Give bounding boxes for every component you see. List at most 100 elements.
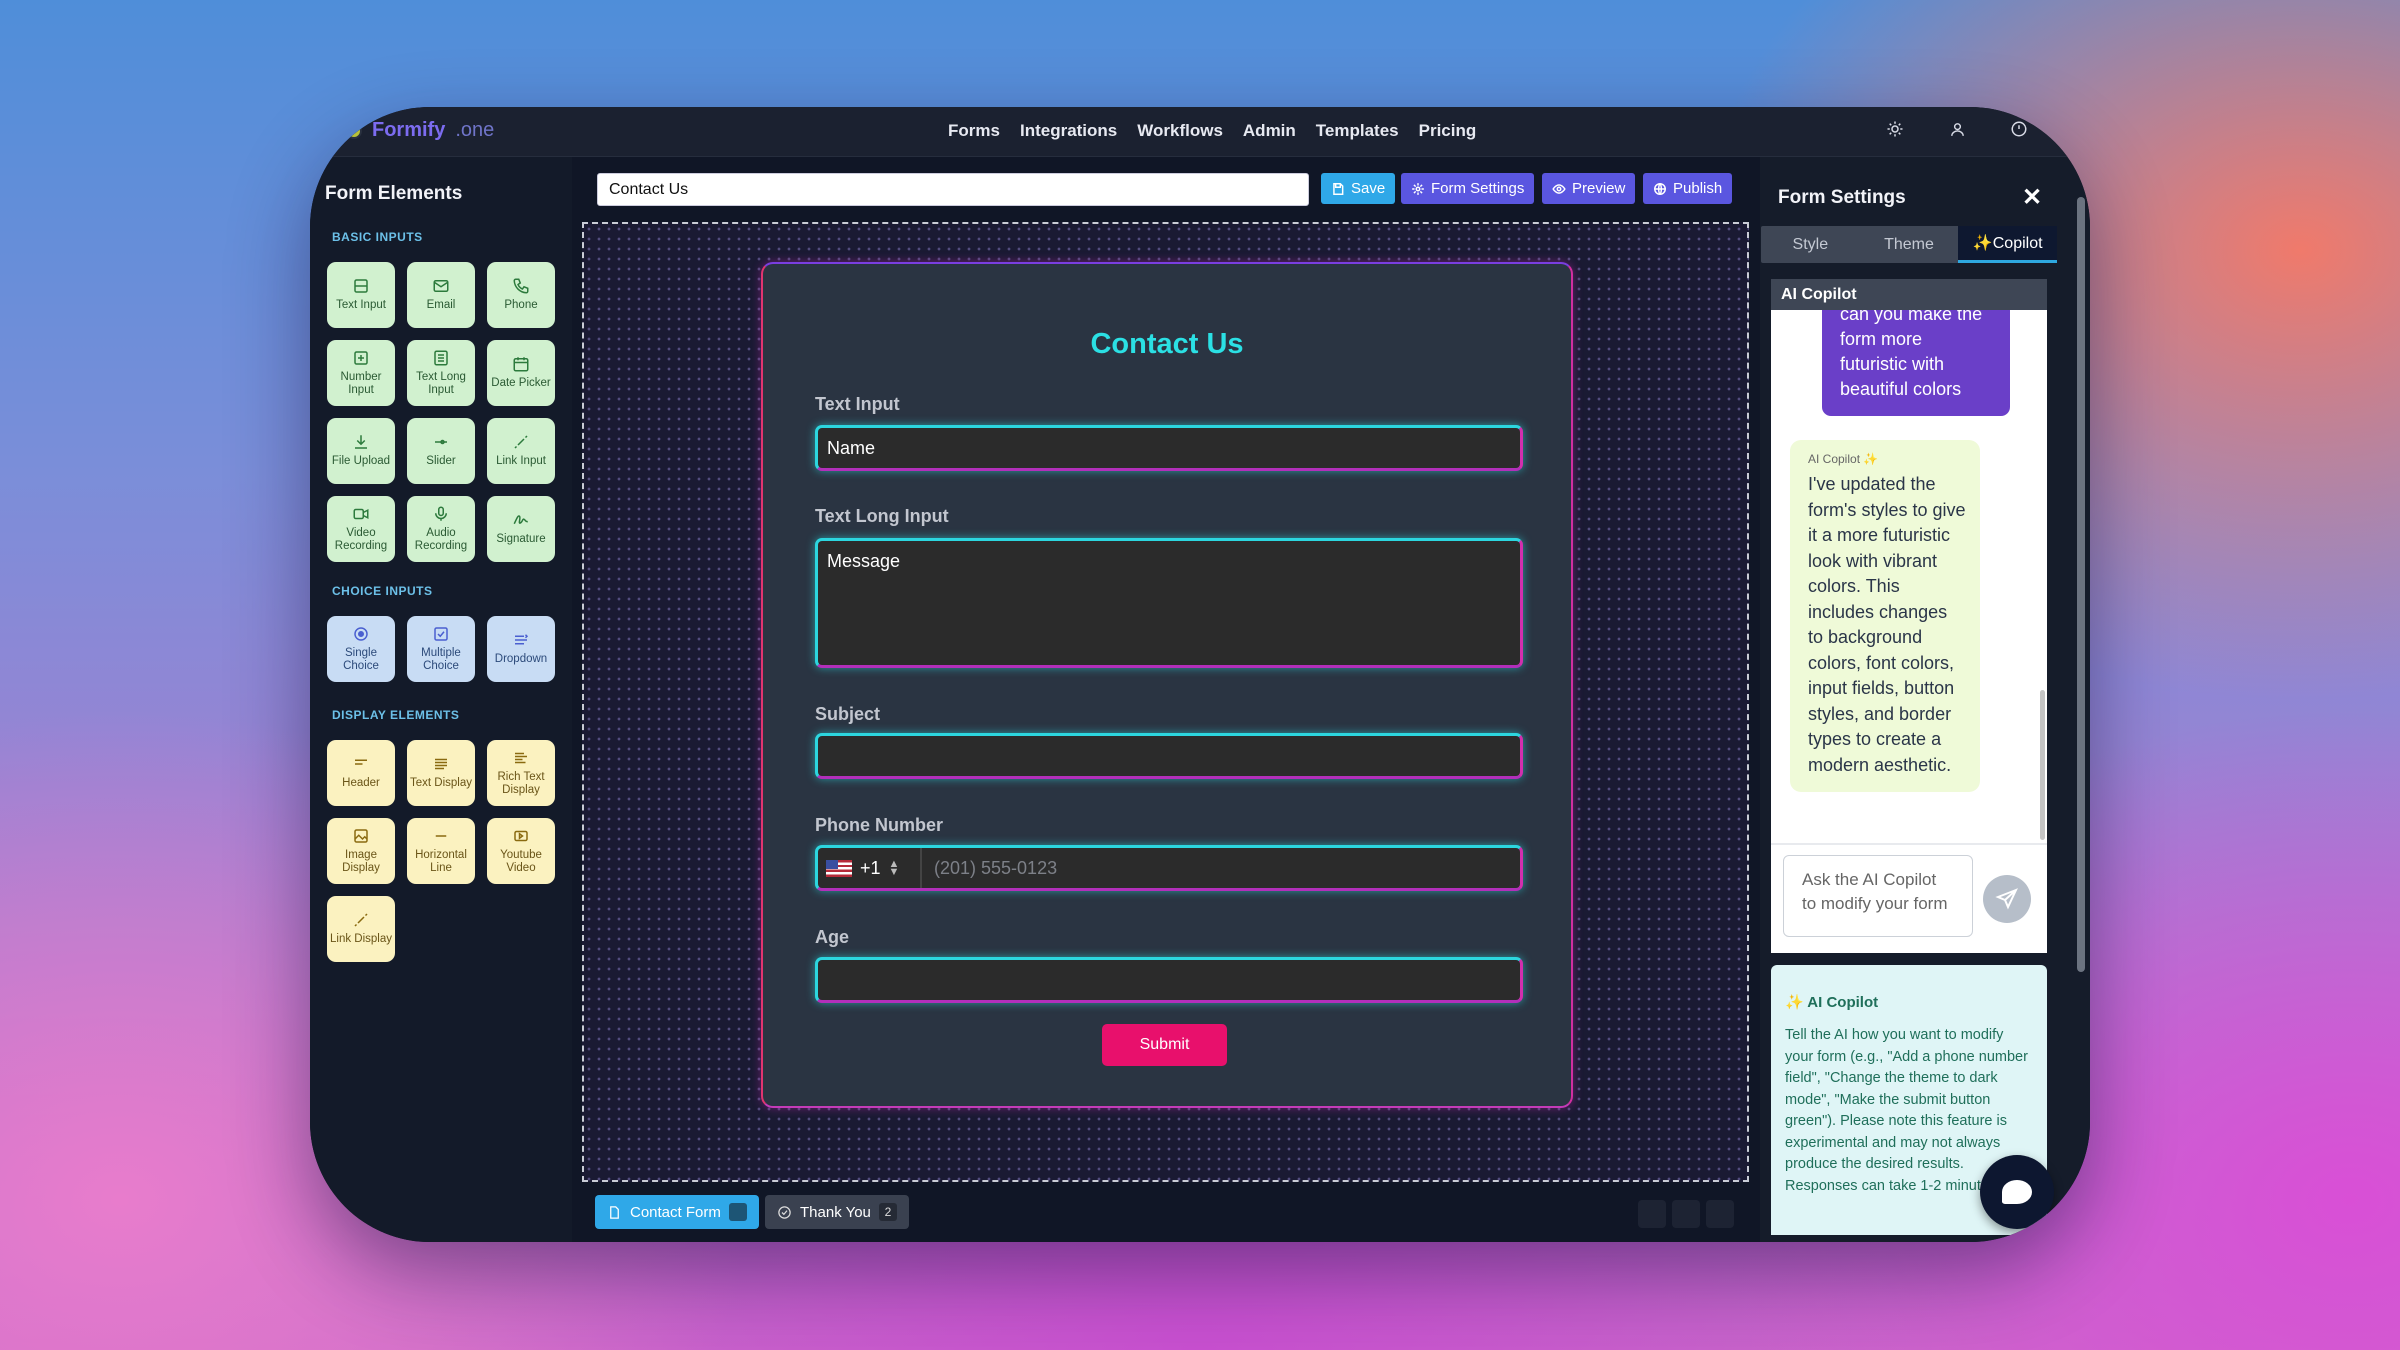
header-icon	[355, 759, 367, 766]
text-long-input-field[interactable]: Message	[815, 538, 1523, 668]
display-elements-grid: Header Text Display Rich Text Display Im…	[327, 740, 555, 962]
element-label: Dropdown	[494, 653, 548, 666]
element-label: Signature	[496, 533, 546, 546]
phone-number-field[interactable]: +1 ▲ ▼ (201) 555-0123	[815, 845, 1523, 891]
element-multiple-choice[interactable]: Multiple Choice	[407, 616, 475, 682]
nav-integrations[interactable]: Integrations	[1020, 121, 1117, 141]
element-slider[interactable]: Slider	[407, 418, 475, 484]
text-input-icon	[354, 279, 368, 294]
save-label: Save	[1351, 180, 1386, 197]
user-icon[interactable]	[1946, 118, 1968, 140]
section-title-choice: CHOICE INPUTS	[332, 584, 433, 598]
element-text-input[interactable]: Text Input	[327, 262, 395, 328]
phone-placeholder: (201) 555-0123	[934, 857, 1058, 878]
zoom-out-button[interactable]	[1638, 1200, 1666, 1228]
nav-workflows[interactable]: Workflows	[1137, 121, 1223, 141]
section-title-basic: BASIC INPUTS	[332, 230, 423, 244]
element-horizontal-line[interactable]: Horizontal Line	[407, 818, 475, 884]
stepper-icon: ▲ ▼	[888, 858, 900, 878]
gear-icon	[1412, 182, 1424, 195]
zoom-reset-button[interactable]	[1672, 1200, 1700, 1228]
user-message: can you make the form more futuristic wi…	[1822, 310, 2010, 416]
nav-templates[interactable]: Templates	[1316, 121, 1399, 141]
page-tab-thank-you[interactable]: Thank You 2	[765, 1195, 909, 1229]
tab-theme[interactable]: Theme	[1860, 226, 1959, 263]
form-name-input[interactable]: Contact Us	[597, 173, 1309, 206]
element-label: Phone	[504, 299, 538, 312]
subject-field[interactable]	[815, 733, 1523, 779]
check-circle-icon	[778, 1205, 791, 1219]
element-link-input[interactable]: Link Input	[487, 418, 555, 484]
element-link-display[interactable]: Link Display	[327, 896, 395, 962]
globe-icon	[1654, 182, 1666, 195]
element-number-input[interactable]: Number Input	[327, 340, 395, 406]
element-dropdown[interactable]: Dropdown	[487, 616, 555, 682]
country-code-select[interactable]: +1 ▲ ▼	[818, 848, 922, 888]
textarea-icon	[434, 350, 448, 366]
copilot-input[interactable]: Ask the AI Copilot to modify your form	[1783, 855, 1973, 937]
form-settings-button[interactable]: Form Settings	[1401, 173, 1535, 204]
element-text-display[interactable]: Text Display	[407, 740, 475, 806]
image-icon	[354, 829, 368, 843]
save-button[interactable]: Save	[1321, 173, 1396, 204]
field-label: Text Long Input	[815, 506, 949, 526]
preview-button[interactable]: Preview	[1542, 173, 1636, 204]
chat-history[interactable]: can you make the form more futuristic wi…	[1771, 310, 2047, 843]
send-button[interactable]	[1983, 875, 2031, 923]
element-single-choice[interactable]: Single Choice	[327, 616, 395, 682]
top-navbar: Formify .one Forms Integrations Workflow…	[310, 107, 2090, 157]
nav-forms[interactable]: Forms	[948, 121, 1000, 141]
horizontal-line-icon	[435, 835, 447, 837]
tab-style[interactable]: Style	[1761, 226, 1860, 263]
element-youtube-video[interactable]: Youtube Video	[487, 818, 555, 884]
element-date-picker[interactable]: Date Picker	[487, 340, 555, 406]
zoom-in-button[interactable]	[1706, 1200, 1734, 1228]
text-input-field[interactable]: Name	[815, 425, 1523, 471]
microphone-icon	[435, 506, 447, 521]
age-field[interactable]	[815, 957, 1523, 1003]
submit-button[interactable]: Submit	[1102, 1024, 1227, 1066]
element-header[interactable]: Header	[327, 740, 395, 806]
publish-button[interactable]: Publish	[1643, 173, 1733, 204]
nav-admin[interactable]: Admin	[1243, 121, 1296, 141]
form-title: Contact Us	[1090, 328, 1244, 360]
app-window: Formify .one Forms Integrations Workflow…	[310, 107, 2090, 1242]
element-phone[interactable]: Phone	[487, 262, 555, 328]
basic-inputs-grid: Text Input Email Phone Number Input Text…	[327, 262, 555, 562]
app-logo[interactable]: Formify .one	[346, 119, 494, 142]
element-label: Slider	[426, 455, 456, 468]
sun-icon[interactable]	[1884, 118, 1906, 140]
nav-pricing[interactable]: Pricing	[1419, 121, 1477, 141]
panel-title: Form Elements	[325, 183, 463, 204]
element-video-recording[interactable]: Video Recording	[327, 496, 395, 562]
element-audio-recording[interactable]: Audio Recording	[407, 496, 475, 562]
element-rich-text-display[interactable]: Rich Text Display	[487, 740, 555, 806]
chat-bubble-button[interactable]	[1980, 1155, 2054, 1229]
page-tab-label: Contact Form	[630, 1203, 721, 1221]
power-icon[interactable]	[2008, 118, 2030, 140]
form-canvas: Contact Us Text Input Name Text Long Inp…	[582, 222, 1749, 1182]
element-email[interactable]: Email	[407, 262, 475, 328]
window-scrollbar[interactable]	[2077, 197, 2085, 972]
radio-icon	[354, 627, 368, 641]
download-icon	[355, 435, 367, 450]
element-file-upload[interactable]: File Upload	[327, 418, 395, 484]
video-player-icon	[514, 830, 528, 842]
close-icon[interactable]: ✕	[2022, 183, 2042, 212]
app-name-suffix: .one	[455, 119, 495, 141]
chat-scrollbar[interactable]	[2040, 690, 2045, 840]
rich-text-icon	[515, 752, 527, 764]
country-code: +1	[860, 857, 881, 878]
chat-input-area: Ask the AI Copilot to modify your form	[1771, 843, 2047, 953]
element-label: Link Display	[330, 933, 392, 946]
page-tab-label: Thank You	[800, 1203, 871, 1221]
page-tab-contact-form[interactable]: Contact Form	[595, 1195, 759, 1229]
element-signature[interactable]: Signature	[487, 496, 555, 562]
element-label: Multiple Choice	[421, 646, 461, 672]
slider-icon	[435, 440, 447, 445]
save-icon	[1333, 182, 1344, 195]
element-image-display[interactable]: Image Display	[327, 818, 395, 884]
mail-icon	[433, 280, 449, 293]
element-text-long-input[interactable]: Text Long Input	[407, 340, 475, 406]
tab-copilot[interactable]: ✨Copilot	[1958, 226, 2058, 263]
